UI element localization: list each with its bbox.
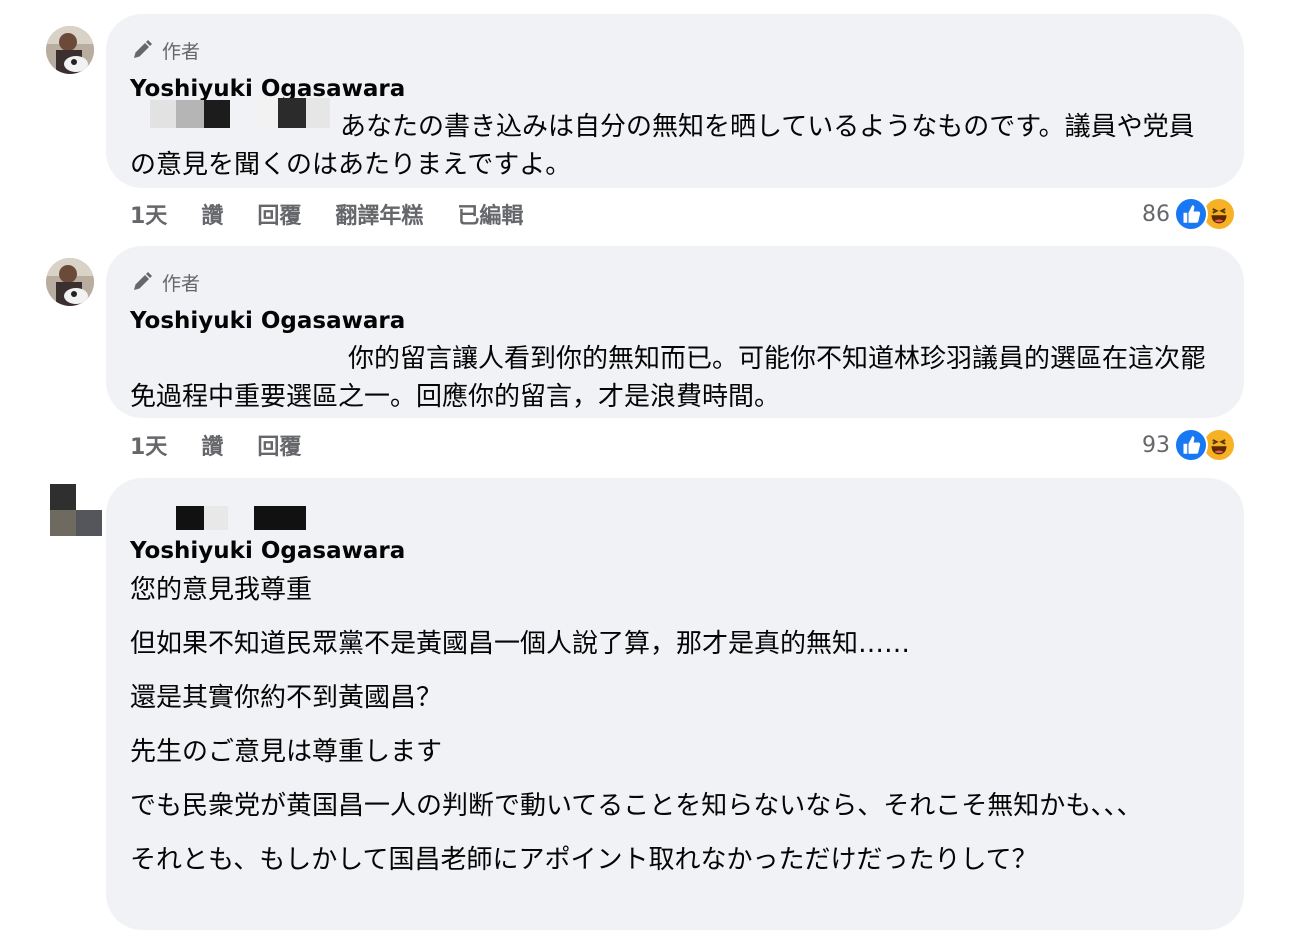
like-icon [1174,197,1208,231]
redacted-mention [150,100,230,128]
like-action[interactable]: 讚 [201,198,223,230]
pencil-icon [134,40,152,58]
timestamp[interactable]: 1天 [130,429,167,461]
reaction-count: 93 [1142,432,1170,458]
comment-actions: 1天 讚 回覆 [130,430,335,460]
reply-action[interactable]: 回覆 [257,429,301,461]
comment-paragraph: それとも、もしかして国昌老師にアポイント取れなかっただけだったりして？ [130,845,1038,875]
comment-actions: 1天 讚 回覆 翻譯年糕 已編輯 [130,199,557,229]
comment-paragraph: 但如果不知道民眾黨不是黃國昌一個人說了算，那才是真的無知…… [130,629,911,659]
edited-label[interactable]: 已編輯 [457,198,523,230]
avatar-photo [46,258,94,306]
comment-paragraph: 還是其實你約不到黃國昌？ [130,683,443,713]
author-badge-label: 作者 [162,40,201,63]
author-badge: 作者 [130,36,1220,64]
reaction-count: 86 [1142,201,1170,227]
author-avatar[interactable] [46,258,94,306]
comment-paragraph: 您的意見我尊重 [130,575,313,605]
translate-action[interactable]: 翻譯年糕 [335,198,423,230]
redacted-mention [176,506,306,530]
redacted-mention [254,98,330,128]
commenter-name[interactable]: Yoshiyuki Ogasawara [130,536,1220,566]
comment-text-body: 你的留言讓人看到你的無知而已。可能你不知道林珍羽議員的選區在這次罷免過程中重要選… [130,344,1207,412]
timestamp[interactable]: 1天 [130,198,167,230]
avatar-photo [50,484,102,536]
comment-text: 你的留言讓人看到你的無知而已。可能你不知道林珍羽議員的選區在這次罷免過程中重要選… [130,340,1220,416]
comment-bubble: Yoshiyuki Ogasawara 您的意見我尊重 但如果不知道民眾黨不是黃… [106,478,1244,930]
commenter-name[interactable]: Yoshiyuki Ogasawara [130,306,1220,336]
author-avatar[interactable] [46,26,94,74]
comment-paragraph: でも民衆党が黄国昌一人の判断で動いてることを知らないなら、それこそ無知かも、、、 [130,791,1143,821]
like-icon [1174,428,1208,462]
avatar-photo [46,26,94,74]
comment-text: 您的意見我尊重 但如果不知道民眾黨不是黃國昌一個人說了算，那才是真的無知…… 還… [130,572,1220,878]
like-action[interactable]: 讚 [201,429,223,461]
reply-action[interactable]: 回覆 [257,198,301,230]
reaction-summary[interactable]: 86 [1142,197,1236,231]
comment-paragraph: 先生のご意見は尊重します [130,737,443,767]
comment-bubble: 作者 Yoshiyuki Ogasawara 你的留言讓人看到你的無知而已。可能… [106,246,1244,418]
commenter-avatar[interactable] [50,484,102,536]
reaction-summary[interactable]: 93 [1142,428,1236,462]
author-badge: 作者 [130,268,1220,296]
pencil-icon [134,272,152,290]
author-badge-label: 作者 [162,272,201,295]
